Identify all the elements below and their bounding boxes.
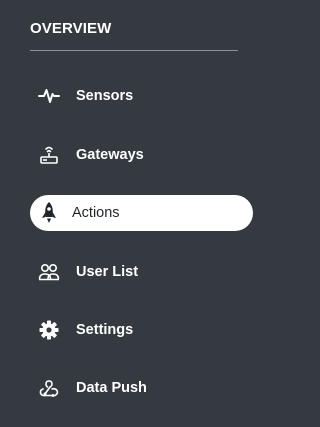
- sidebar-item-label: Gateways: [76, 147, 144, 163]
- section-title-overview: OVERVIEW: [30, 20, 112, 37]
- rocket-icon: [38, 202, 60, 224]
- sidebar-item-actions[interactable]: Actions: [30, 195, 253, 231]
- sidebar-item-label: Sensors: [76, 88, 134, 104]
- webhook-icon: [38, 377, 60, 399]
- sidebar-item-label: Actions: [72, 205, 120, 221]
- sidebar-item-label: Settings: [76, 322, 134, 338]
- sidebar-item-gateways[interactable]: Gateways: [30, 137, 253, 173]
- sidebar-item-settings[interactable]: Settings: [30, 312, 253, 348]
- sidebar-item-data-push[interactable]: Data Push: [30, 370, 253, 406]
- sidebar-item-label: User List: [76, 264, 139, 280]
- sidebar-item-user-list[interactable]: User List: [30, 254, 253, 290]
- section-divider: [30, 50, 238, 51]
- users-icon: [38, 261, 60, 283]
- pulse-icon: [38, 85, 60, 107]
- router-icon: [38, 144, 60, 166]
- sidebar: OVERVIEW Sensors Gateways Actions User L…: [0, 0, 266, 427]
- sidebar-item-sensors[interactable]: Sensors: [30, 78, 253, 114]
- sidebar-item-label: Data Push: [76, 380, 147, 396]
- gear-icon: [38, 319, 60, 341]
